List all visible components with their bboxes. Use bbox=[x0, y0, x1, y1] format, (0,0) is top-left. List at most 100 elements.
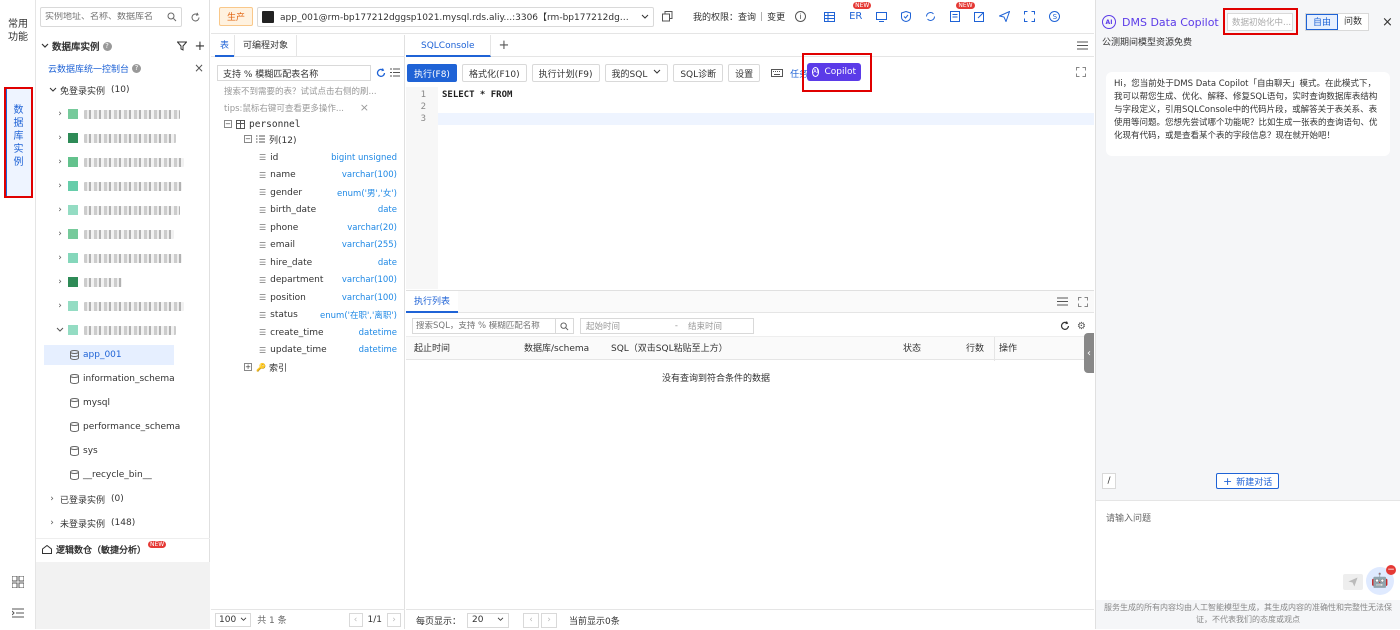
help-icon[interactable]: ? bbox=[102, 41, 112, 51]
refresh-icon[interactable] bbox=[376, 68, 386, 78]
mode-free-button[interactable]: 自由 bbox=[1306, 14, 1339, 30]
instance-item[interactable]: › bbox=[36, 104, 210, 124]
permission-query[interactable]: 查询 bbox=[738, 10, 756, 23]
instance-item-expanded[interactable] bbox=[36, 320, 210, 340]
explain-plan-button[interactable]: 执行计划(F9) bbox=[531, 64, 600, 82]
next-page-button[interactable]: › bbox=[387, 612, 401, 627]
database-item-selected[interactable]: app_001 bbox=[44, 345, 174, 365]
shield-icon[interactable] bbox=[901, 11, 912, 22]
database-item[interactable]: __recycle_bin__ bbox=[36, 465, 210, 485]
tab-sqlconsole[interactable]: SQLConsole bbox=[406, 34, 491, 57]
format-button[interactable]: 格式化(F10) bbox=[461, 64, 527, 82]
database-item[interactable]: sys bbox=[36, 441, 210, 461]
date-range-picker[interactable]: 起始时间 - 结束时间 bbox=[580, 318, 754, 334]
chevron-down-icon[interactable] bbox=[40, 43, 50, 49]
end-time[interactable]: 结束时间 bbox=[688, 320, 722, 332]
code-editor[interactable]: 1 2 3 SELECT * FROM bbox=[406, 87, 1094, 289]
instance-item[interactable]: › bbox=[36, 152, 210, 172]
settings-gear-icon[interactable]: ⚙ bbox=[1077, 321, 1086, 332]
sql-diagnose-button[interactable]: SQL诊断 bbox=[673, 64, 724, 82]
column-item[interactable]: ☰ birth_date date bbox=[259, 202, 397, 219]
collapse-menu-icon[interactable] bbox=[11, 606, 25, 620]
column-item[interactable]: ☰ create_time datetime bbox=[259, 324, 397, 341]
column-item[interactable]: ☰ gender enum('男','女') bbox=[259, 184, 397, 201]
instance-search-input[interactable] bbox=[45, 12, 163, 22]
next-page-button[interactable]: › bbox=[541, 612, 558, 628]
start-time[interactable]: 起始时间 bbox=[586, 320, 620, 332]
instance-item[interactable]: › bbox=[36, 272, 210, 292]
refresh-icon[interactable] bbox=[1060, 321, 1070, 331]
connection-select[interactable]: app_001@rm-bp177212dggsp1021.mysql.rds.a… bbox=[257, 6, 655, 27]
column-item[interactable]: ☰ status enum('在职','离职') bbox=[259, 307, 397, 324]
copy-icon[interactable] bbox=[662, 11, 673, 22]
fullscreen-icon[interactable] bbox=[1024, 11, 1036, 22]
help-icon[interactable]: ? bbox=[132, 63, 142, 73]
send-icon[interactable] bbox=[1343, 574, 1363, 590]
info-icon[interactable]: i bbox=[795, 11, 807, 22]
page-size-select[interactable]: 100 bbox=[215, 612, 252, 627]
logic-db-section[interactable]: 逻辑数仓（敏捷分析） NEW bbox=[36, 538, 210, 560]
my-sql-button[interactable]: 我的SQL bbox=[604, 64, 669, 82]
database-item[interactable]: performance_schema bbox=[36, 417, 210, 437]
column-item[interactable]: ☰ id bigint unsigned bbox=[259, 149, 397, 166]
instance-item[interactable]: › bbox=[36, 248, 210, 268]
doc-new-icon[interactable]: NEW bbox=[950, 2, 975, 22]
logged-in-group[interactable]: › 已登录实例 (0) bbox=[36, 489, 210, 509]
database-item[interactable]: mysql bbox=[36, 393, 210, 413]
settings-button[interactable]: 设置 bbox=[728, 64, 761, 82]
close-icon[interactable]: × bbox=[194, 61, 204, 75]
tab-tables[interactable]: 表 bbox=[215, 35, 235, 57]
instance-item[interactable]: › bbox=[36, 128, 210, 148]
table-icon[interactable] bbox=[824, 11, 836, 22]
column-item[interactable]: ☰ phone varchar(20) bbox=[259, 219, 397, 236]
collapse-box-icon[interactable]: − bbox=[224, 120, 232, 128]
prev-page-button[interactable]: ‹ bbox=[348, 612, 363, 627]
question-input[interactable]: 请输入问题 🤖 − bbox=[1096, 500, 1400, 600]
apps-grid-icon[interactable] bbox=[11, 575, 25, 589]
minus-badge-icon[interactable]: − bbox=[1386, 565, 1396, 575]
instance-item[interactable]: › bbox=[36, 200, 210, 220]
add-instance-icon[interactable]: + bbox=[194, 39, 206, 54]
list-view-icon[interactable] bbox=[390, 68, 400, 77]
column-item[interactable]: ☰ position varchar(100) bbox=[259, 289, 397, 306]
mode-ask-button[interactable]: 问数 bbox=[1338, 14, 1368, 30]
column-item[interactable]: ☰ name varchar(100) bbox=[259, 167, 397, 184]
tab-exec-list[interactable]: 执行列表 bbox=[406, 290, 459, 313]
instance-item[interactable]: › bbox=[36, 296, 210, 316]
close-icon[interactable]: × bbox=[360, 101, 369, 114]
refresh-icon[interactable] bbox=[188, 10, 202, 24]
menu-icon[interactable] bbox=[1057, 297, 1068, 306]
slash-command-button[interactable]: / bbox=[1102, 473, 1116, 489]
exec-search-input[interactable] bbox=[413, 321, 553, 331]
prev-page-button[interactable]: ‹ bbox=[523, 612, 540, 628]
instance-item[interactable]: › bbox=[36, 224, 210, 244]
expand-icon[interactable] bbox=[1076, 67, 1086, 77]
close-icon[interactable]: × bbox=[1382, 15, 1393, 30]
side-collapse-tab[interactable]: ‹ bbox=[1084, 333, 1094, 373]
not-logged-group[interactable]: › 未登录实例 (148) bbox=[36, 513, 210, 533]
security-badge-icon[interactable]: S bbox=[1049, 11, 1061, 22]
index-node[interactable]: + 🔑 索引 bbox=[244, 359, 287, 375]
tab-programmable[interactable]: 可编程对象 bbox=[234, 34, 298, 57]
permission-change[interactable]: 变更 bbox=[767, 10, 785, 23]
columns-node[interactable]: − 列(12) bbox=[244, 131, 296, 147]
search-icon[interactable] bbox=[555, 319, 573, 333]
column-item[interactable]: ☰ hire_date date bbox=[259, 254, 397, 271]
table-search-box[interactable]: 支持 % 模糊匹配表名称 bbox=[217, 65, 371, 81]
execute-button[interactable]: 执行(F8) bbox=[407, 64, 457, 82]
collapse-box-icon[interactable]: − bbox=[244, 135, 252, 143]
edit-icon[interactable] bbox=[974, 11, 985, 22]
column-item[interactable]: ☰ email varchar(255) bbox=[259, 237, 397, 254]
per-page-select[interactable]: 20 bbox=[467, 612, 510, 628]
expand-icon[interactable] bbox=[1078, 296, 1088, 307]
send-icon[interactable] bbox=[999, 11, 1011, 22]
nav-common-functions[interactable]: 常用功能 bbox=[8, 18, 28, 44]
column-item[interactable]: ☰ department varchar(100) bbox=[259, 272, 397, 289]
free-login-group[interactable]: 免登录实例 (10) bbox=[36, 80, 210, 100]
er-icon[interactable]: ER NEW bbox=[849, 2, 872, 22]
filter-icon[interactable] bbox=[176, 41, 188, 51]
search-icon[interactable] bbox=[167, 12, 177, 22]
sync-icon[interactable] bbox=[925, 11, 936, 22]
add-tab-icon[interactable]: + bbox=[499, 38, 510, 53]
monitor-icon[interactable] bbox=[876, 11, 888, 22]
